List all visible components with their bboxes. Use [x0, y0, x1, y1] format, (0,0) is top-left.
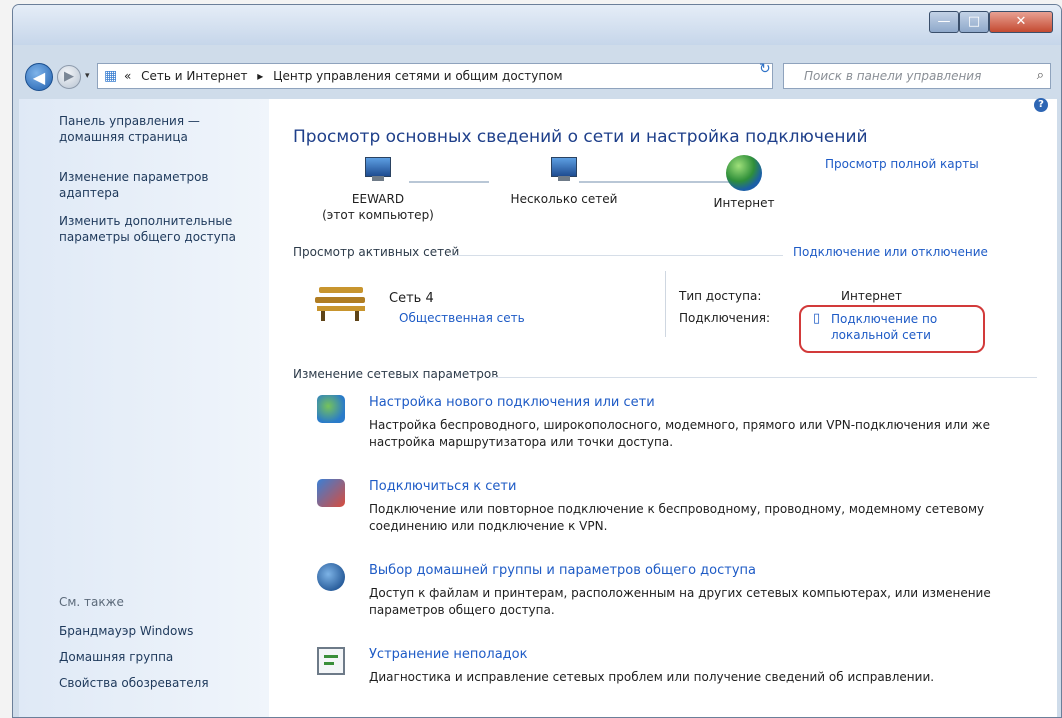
section-divider	[489, 377, 1037, 378]
window: — □ ✕ ◀ ▶ ▾ ▦ « Сеть и Интернет ▸ Центр …	[12, 4, 1062, 718]
vertical-divider	[665, 271, 666, 337]
access-type-value: Интернет	[841, 289, 903, 303]
map-node-label: Несколько сетей	[510, 192, 618, 206]
address-bar[interactable]: ▦ « Сеть и Интернет ▸ Центр управления с…	[97, 63, 823, 89]
recent-pages-dropdown-icon[interactable]: ▾	[85, 71, 90, 81]
breadcrumb-separator[interactable]: ▸	[257, 69, 263, 83]
network-name: Сеть 4	[389, 291, 434, 306]
section-divider	[449, 255, 783, 256]
task-description: Подключение или повторное подключение к …	[369, 502, 985, 533]
search-icon[interactable]: ⌕	[1037, 68, 1044, 83]
search-placeholder[interactable]: Поиск в панели управления	[804, 69, 981, 83]
sidebar-link-control-panel-home[interactable]: Панель управления — домашняя страница	[59, 113, 259, 145]
main-content: Просмотр основных сведений о сети и наст…	[269, 99, 1057, 717]
refresh-icon[interactable]: ↻	[759, 61, 771, 77]
map-node-label: Интернет	[713, 196, 775, 210]
close-button[interactable]: ✕	[989, 11, 1053, 33]
sidebar-link-firewall[interactable]: Брандмауэр Windows	[59, 623, 259, 639]
see-also-heading: См. также	[59, 595, 124, 609]
full-map-link[interactable]: Просмотр полной карты	[825, 157, 979, 171]
breadcrumb-item-network-internet[interactable]: Сеть и Интернет	[141, 69, 247, 83]
connections-label: Подключения:	[679, 311, 771, 325]
sidebar: Панель управления — домашняя страница Из…	[19, 99, 269, 717]
computer-icon	[362, 157, 394, 183]
ethernet-icon: ▯	[813, 311, 821, 326]
sidebar-link-advanced-sharing[interactable]: Изменить дополнительные параметры общего…	[59, 213, 259, 245]
navigation-bar: ◀ ▶ ▾ ▦ « Сеть и Интернет ▸ Центр управл…	[13, 57, 1061, 97]
search-box[interactable]: Поиск в панели управления ⌕	[783, 63, 1051, 89]
map-node-label: EEWARD	[351, 192, 405, 206]
forward-arrow-icon[interactable]: ▶	[57, 65, 81, 89]
troubleshoot-icon	[317, 647, 345, 675]
breadcrumb-overflow[interactable]: «	[124, 69, 131, 83]
connect-network-icon	[317, 479, 345, 507]
network-icon	[548, 157, 580, 183]
sidebar-link-internet-options[interactable]: Свойства обозревателя	[59, 675, 259, 691]
network-type-link[interactable]: Общественная сеть	[399, 311, 525, 325]
local-area-connection-link[interactable]: Подключение по локальной сети	[831, 311, 981, 343]
homegroup-sharing-link[interactable]: Выбор домашней группы и параметров общег…	[369, 563, 756, 578]
new-connection-link[interactable]: Настройка нового подключения или сети	[369, 395, 655, 410]
access-type-label: Тип доступа:	[679, 289, 762, 303]
active-networks-heading: Просмотр активных сетей	[293, 245, 460, 259]
task-description: Настройка беспроводного, широкополосного…	[369, 418, 990, 449]
breadcrumb-item-network-center[interactable]: Центр управления сетями и общим доступом	[273, 69, 562, 83]
control-panel-icon: ▦	[104, 68, 118, 84]
connect-network-link[interactable]: Подключиться к сети	[369, 479, 516, 494]
globe-icon	[726, 155, 762, 191]
change-settings-heading: Изменение сетевых параметров	[293, 367, 499, 381]
help-icon[interactable]: ?	[1034, 98, 1048, 112]
page-title: Просмотр основных сведений о сети и наст…	[293, 127, 868, 147]
title-bar[interactable]: — □ ✕	[13, 5, 1061, 45]
network-setup-icon	[317, 395, 345, 423]
task-description: Доступ к файлам и принтерам, расположенн…	[369, 586, 991, 617]
connect-disconnect-link[interactable]: Подключение или отключение	[793, 245, 988, 259]
map-node-computer[interactable]: EEWARD (этот компьютер)	[313, 157, 443, 223]
connection-highlight: ▯ Подключение по локальной сети	[799, 305, 985, 353]
troubleshoot-link[interactable]: Устранение неполадок	[369, 647, 527, 662]
sidebar-link-adapter-settings[interactable]: Изменение параметров адаптера	[59, 169, 259, 201]
task-description: Диагностика и исправление сетевых пробле…	[369, 670, 935, 684]
breadcrumb: « Сеть и Интернет ▸ Центр управления сет…	[124, 69, 569, 83]
map-node-sublabel: (этот компьютер)	[322, 208, 434, 222]
back-arrow-icon[interactable]: ◀	[25, 63, 53, 91]
minimize-button[interactable]: —	[929, 11, 959, 33]
sidebar-link-homegroup[interactable]: Домашняя группа	[59, 649, 259, 665]
public-network-bench-icon	[315, 287, 365, 321]
map-node-networks[interactable]: Несколько сетей	[489, 157, 639, 207]
map-node-internet[interactable]: Интернет	[689, 155, 799, 211]
maximize-button[interactable]: □	[959, 11, 989, 33]
homegroup-icon	[317, 563, 345, 591]
